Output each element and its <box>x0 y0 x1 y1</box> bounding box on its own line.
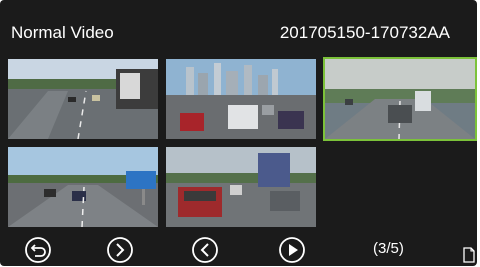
chevron-right-icon <box>107 237 133 263</box>
thumbnail-image <box>166 59 316 139</box>
video-thumbnail-1[interactable] <box>8 59 158 139</box>
page-indicator: (3/5) <box>373 240 404 257</box>
back-button[interactable] <box>24 236 52 264</box>
video-thumbnail-5[interactable] <box>166 147 316 227</box>
thumbnail-image <box>166 147 316 227</box>
document-icon <box>463 247 475 263</box>
thumbnail-image <box>8 147 158 227</box>
back-icon <box>25 237 51 263</box>
next-page-button[interactable] <box>106 236 134 264</box>
file-name: 201705150-170732AA <box>279 23 450 42</box>
video-thumbnail-4[interactable] <box>8 147 158 227</box>
previous-button[interactable] <box>191 236 219 264</box>
thumbnail-image <box>8 59 158 139</box>
video-gallery-screen: Normal Video 201705150-170732AA (3/5) <box>0 0 477 266</box>
chevron-left-icon <box>192 237 218 263</box>
play-icon <box>279 237 305 263</box>
video-thumbnail-2[interactable] <box>166 59 316 139</box>
play-button[interactable] <box>278 236 306 264</box>
thumbnail-image <box>325 59 475 139</box>
video-thumbnail-3[interactable] <box>323 57 477 141</box>
mode-title: Normal Video <box>11 23 114 42</box>
